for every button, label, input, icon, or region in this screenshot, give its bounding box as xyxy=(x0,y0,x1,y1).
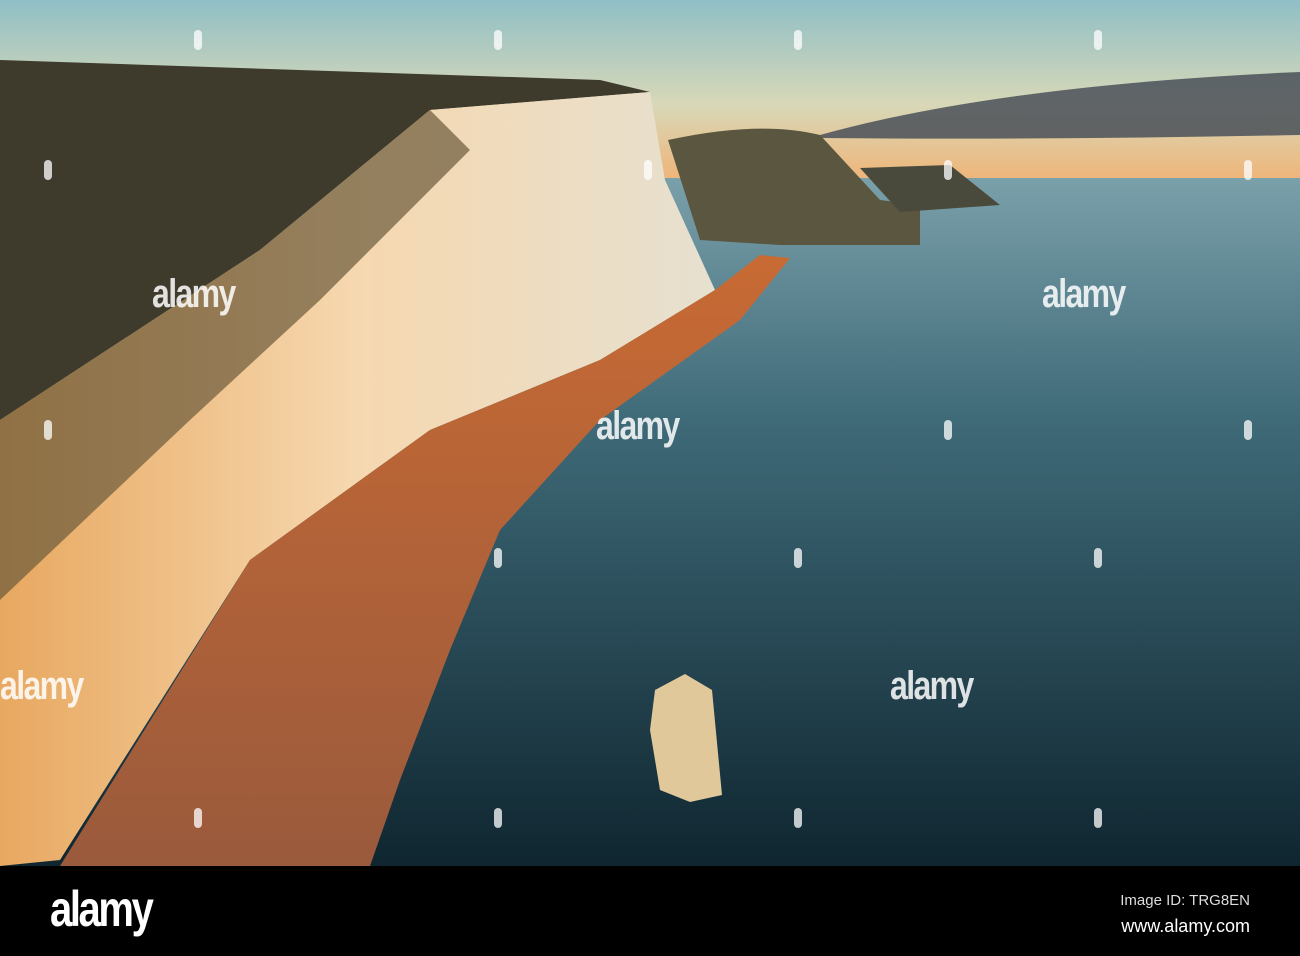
watermark: alamy xyxy=(596,404,680,448)
watermark-dot xyxy=(44,420,52,440)
watermark-dot xyxy=(1094,808,1102,828)
watermark: alamy xyxy=(152,272,236,316)
watermark-dot xyxy=(1244,160,1252,180)
watermark-dot xyxy=(944,420,952,440)
watermark-dot xyxy=(794,30,802,50)
image-id: Image ID: TRG8EN xyxy=(1120,892,1250,909)
sea-stack xyxy=(650,674,722,802)
watermark-dot xyxy=(944,160,952,180)
watermark: alamy xyxy=(890,664,974,708)
watermark-dot xyxy=(1094,548,1102,568)
watermark-dot xyxy=(794,808,802,828)
watermark-dot xyxy=(194,30,202,50)
watermark-dot xyxy=(194,808,202,828)
watermark-dot xyxy=(1244,420,1252,440)
watermark: alamy xyxy=(0,664,84,708)
website-link[interactable]: www.alamy.com xyxy=(1121,916,1250,937)
watermark-dot xyxy=(794,548,802,568)
alamy-logo: alamy xyxy=(50,881,154,937)
watermark-dot xyxy=(44,160,52,180)
watermark-dot xyxy=(1094,30,1102,50)
watermark-dot xyxy=(494,30,502,50)
footer-bar: alamy Image ID: TRG8EN www.alamy.com xyxy=(0,866,1300,956)
watermark-dot xyxy=(644,160,652,180)
watermark-dot xyxy=(494,808,502,828)
watermark-dot xyxy=(494,548,502,568)
watermark: alamy xyxy=(1042,272,1126,316)
photo-frame: alamy alamy alamy alamy alamy alamy Imag… xyxy=(0,0,1300,956)
